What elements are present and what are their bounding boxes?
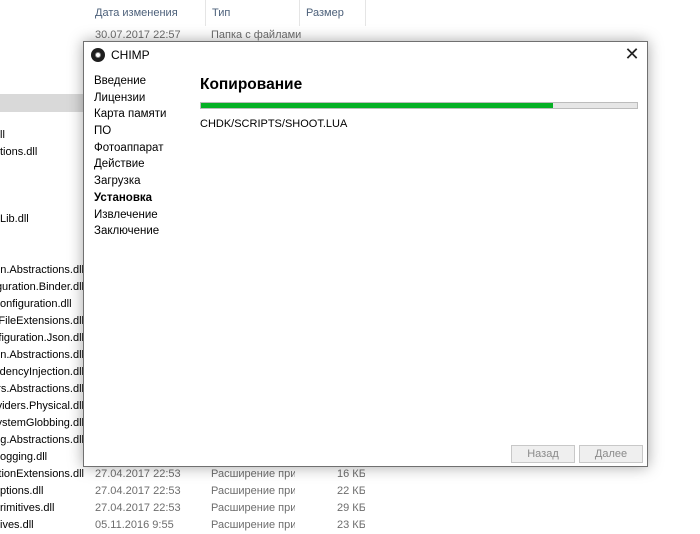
file-name[interactable]: ogging.dll (0, 449, 84, 466)
column-header-size[interactable]: Размер (300, 0, 366, 26)
row-type: Расширение приложения (211, 519, 295, 531)
wizard-step-item: Действие (94, 158, 145, 171)
copy-progress-bar (200, 102, 638, 109)
title-bar[interactable]: CHIMP ✕ (84, 42, 647, 69)
file-name[interactable]: leProviders.Physical.dll (0, 398, 84, 415)
file-name[interactable]: leSystemGlobbing.dll (0, 415, 84, 432)
file-name[interactable]: onfiguration.Abstractions.dll (0, 262, 84, 279)
row-date: 27.04.2017 22:53 (95, 502, 181, 514)
progress-fill (201, 103, 553, 108)
wizard-step-item: Установка (94, 191, 153, 204)
column-header-date[interactable]: Дата изменения (89, 0, 206, 26)
file-name[interactable]: onfiguration.Json.dll (0, 330, 84, 347)
next-button[interactable]: Далее (579, 445, 643, 463)
wizard-step-item: Фотоаппарат (94, 141, 164, 154)
wizard-step-item: Лицензии (94, 91, 146, 104)
file-name[interactable]: onfiguration.dll (0, 296, 84, 313)
file-name[interactable]: ll (0, 127, 84, 144)
file-name[interactable]: leProviders.Abstractions.dll (0, 381, 84, 398)
page-title: Копирование (200, 76, 303, 93)
wizard-step-item: Введение (94, 75, 147, 87)
wizard-step-item: Загрузка (94, 175, 141, 188)
file-name[interactable]: ptions.dll (0, 483, 84, 500)
file-name[interactable]: onfiguration.FileExtensions.dll (0, 313, 84, 330)
row-date: 27.04.2017 22:53 (95, 485, 181, 497)
chimp-dialog: CHIMP ✕ Введение Лицензии Карта памяти ПО Фо… (83, 41, 648, 467)
file-name[interactable]: rimitives.dll (0, 500, 84, 517)
row-type: Расширение приложения (211, 502, 295, 514)
file-name[interactable]: Lib.dll (0, 211, 84, 228)
window-title: CHIMP (111, 48, 150, 62)
row-size: 16 КБ (337, 468, 365, 480)
back-button[interactable]: Назад (511, 445, 575, 463)
chimp-app-icon (91, 48, 105, 62)
file-name[interactable]: tions.dll (0, 144, 84, 161)
row-date: 27.04.2017 22:53 (95, 468, 181, 480)
file-name[interactable]: ptions.ConfigurationExtensions.dll (0, 466, 84, 483)
wizard-step-item: Извлечение (94, 208, 158, 221)
column-header-type[interactable]: Тип (206, 0, 300, 26)
row-size: 22 КБ (337, 485, 365, 497)
row-size: 29 КБ (337, 502, 365, 514)
row-type: Расширение приложения (211, 468, 295, 480)
current-file-label: CHDK/SCRIPTS/SHOOT.LUA (200, 118, 348, 130)
row-size: 23 КБ (337, 519, 365, 531)
selected-row[interactable] (0, 94, 84, 112)
row-date: 05.11.2016 9:55 (95, 519, 174, 531)
wizard-step-item: Карта памяти (94, 108, 167, 121)
file-name[interactable]: ogging.Abstractions.dll (0, 432, 84, 449)
close-button[interactable]: ✕ (617, 42, 647, 69)
file-name[interactable]: ependencyInjection.dll (0, 364, 84, 381)
wizard-step-item: Заключение (94, 225, 160, 238)
file-name[interactable]: ependencyInjection.Abstractions.dll (0, 347, 84, 364)
file-name[interactable]: onfiguration.Binder.dll (0, 279, 84, 296)
file-name[interactable]: ives.dll (0, 517, 84, 534)
row-type: Расширение приложения (211, 485, 295, 497)
wizard-step-item: ПО (94, 125, 112, 138)
wizard-steps-nav: Введение Лицензии Карта памяти ПО Фотоаппара… (94, 73, 189, 240)
